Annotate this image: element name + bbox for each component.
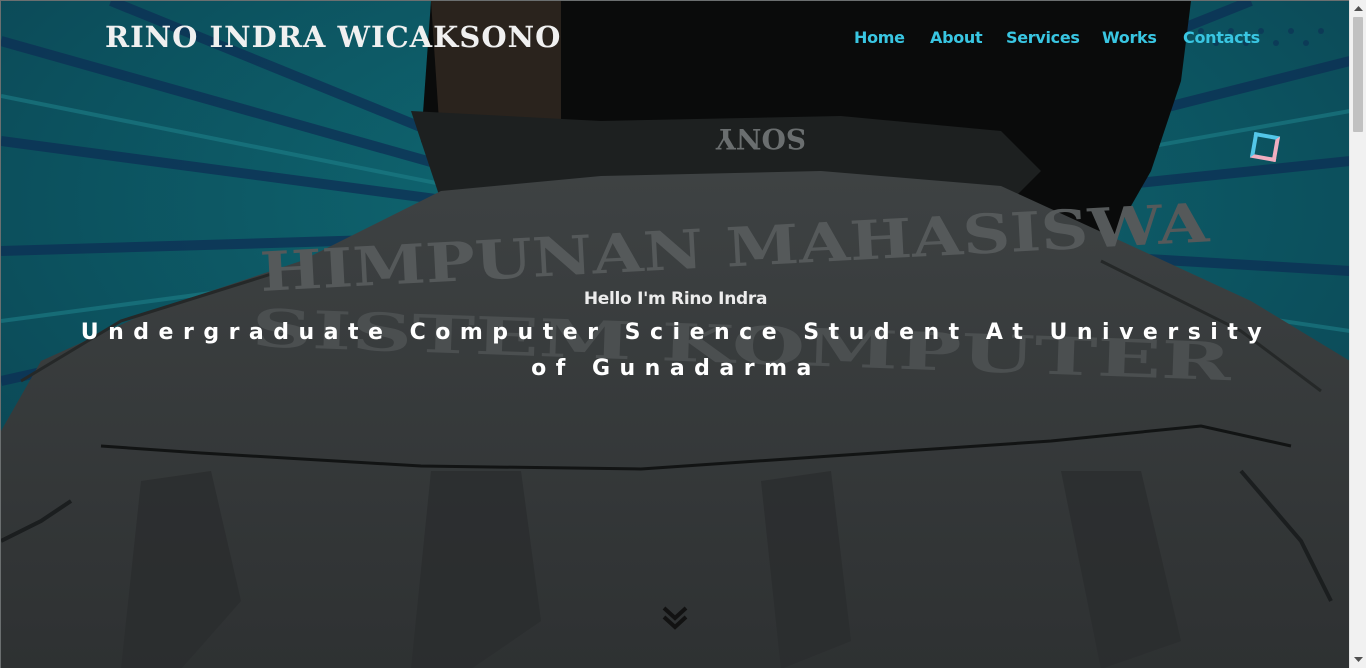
double-chevron-down-icon[interactable] bbox=[661, 604, 689, 632]
hero-tagline: Undergraduate Computer Science Student A… bbox=[80, 320, 1272, 381]
hero-section: HIMPUNAN MAHASISWA SISTEM KOMPUTER SONY … bbox=[0, 0, 1349, 668]
site-brand[interactable]: RINO INDRA WICAKSONO bbox=[105, 20, 561, 54]
vertical-scrollbar[interactable] bbox=[1349, 0, 1366, 668]
nav-link-home[interactable]: Home bbox=[854, 28, 905, 47]
hero-greeting: Hello I'm Rino Indra bbox=[583, 289, 768, 309]
nav-link-works[interactable]: Works bbox=[1102, 28, 1157, 47]
outline-square-icon bbox=[1249, 131, 1281, 163]
nav-link-about[interactable]: About bbox=[930, 28, 983, 47]
collar-print: SONY bbox=[715, 122, 806, 155]
scrollbar-thumb[interactable] bbox=[1353, 17, 1363, 132]
nav-link-services[interactable]: Services bbox=[1006, 28, 1080, 47]
scroll-up-arrow-icon[interactable] bbox=[1350, 0, 1366, 17]
page: HIMPUNAN MAHASISWA SISTEM KOMPUTER SONY … bbox=[0, 0, 1366, 668]
nav-link-contacts[interactable]: Contacts bbox=[1183, 28, 1260, 47]
scroll-down-arrow-icon[interactable] bbox=[1350, 651, 1366, 668]
